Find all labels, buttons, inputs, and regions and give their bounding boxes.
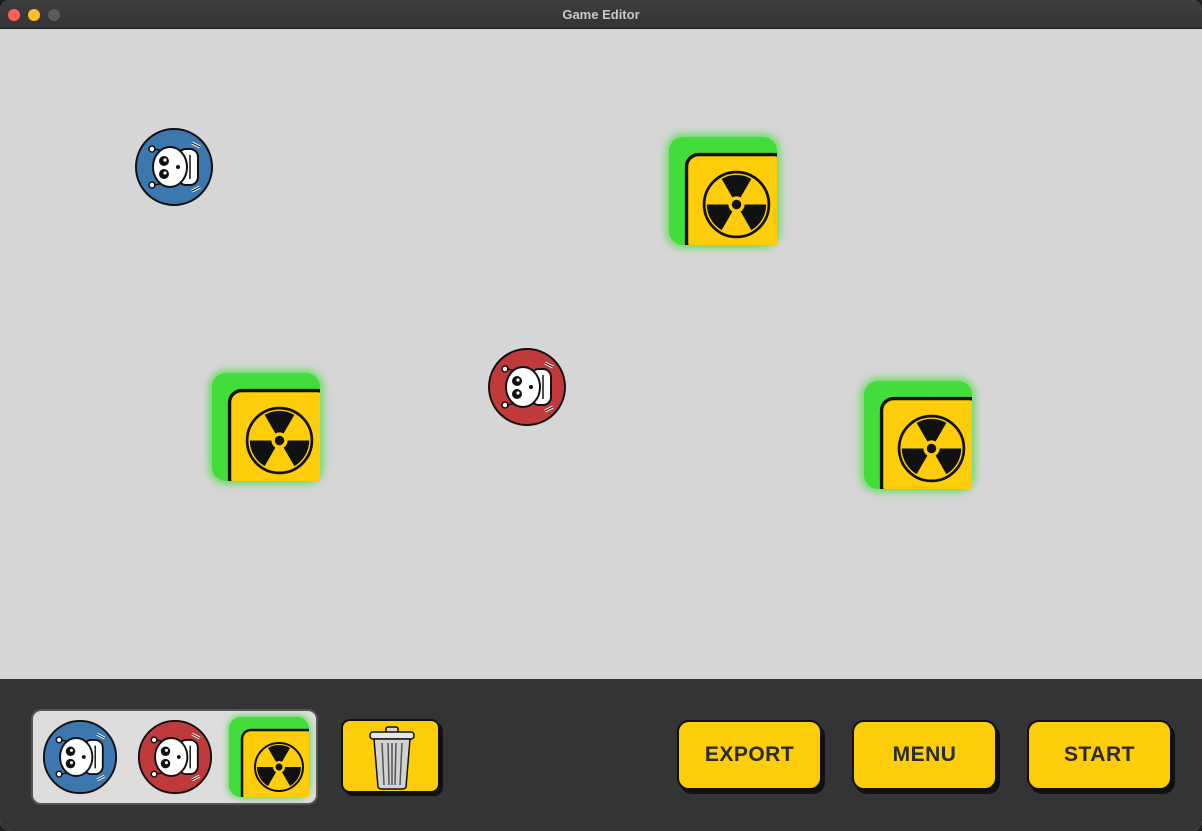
robot-icon bbox=[42, 719, 118, 795]
palette-red-robot[interactable] bbox=[137, 719, 213, 795]
bottom-toolbar: EXPORT MENU START bbox=[0, 679, 1202, 831]
game-editor-window: Game Editor EXPORT MENU START bbox=[0, 0, 1202, 831]
export-button[interactable]: EXPORT bbox=[677, 720, 822, 790]
trash-button[interactable] bbox=[341, 719, 440, 793]
palette-radiation-hazard[interactable] bbox=[229, 717, 309, 797]
radiation-icon bbox=[229, 717, 309, 797]
radiation-hazard-tile[interactable] bbox=[864, 381, 972, 489]
radiation-icon bbox=[212, 373, 320, 481]
menu-button[interactable]: MENU bbox=[852, 720, 997, 790]
robot-icon bbox=[137, 719, 213, 795]
blue-robot[interactable] bbox=[134, 127, 214, 207]
trash-can-icon bbox=[367, 725, 417, 791]
palette-blue-robot[interactable] bbox=[42, 719, 118, 795]
radiation-icon bbox=[864, 381, 972, 489]
radiation-hazard-tile[interactable] bbox=[212, 373, 320, 481]
radiation-icon bbox=[669, 137, 777, 245]
window-title: Game Editor bbox=[562, 7, 640, 22]
robot-icon bbox=[134, 127, 214, 207]
robot-icon bbox=[487, 347, 567, 427]
start-button[interactable]: START bbox=[1027, 720, 1172, 790]
entity-palette bbox=[31, 709, 318, 805]
editor-canvas[interactable] bbox=[0, 30, 1202, 679]
radiation-hazard-tile[interactable] bbox=[669, 137, 777, 245]
red-robot[interactable] bbox=[487, 347, 567, 427]
title-bar: Game Editor bbox=[0, 0, 1202, 29]
